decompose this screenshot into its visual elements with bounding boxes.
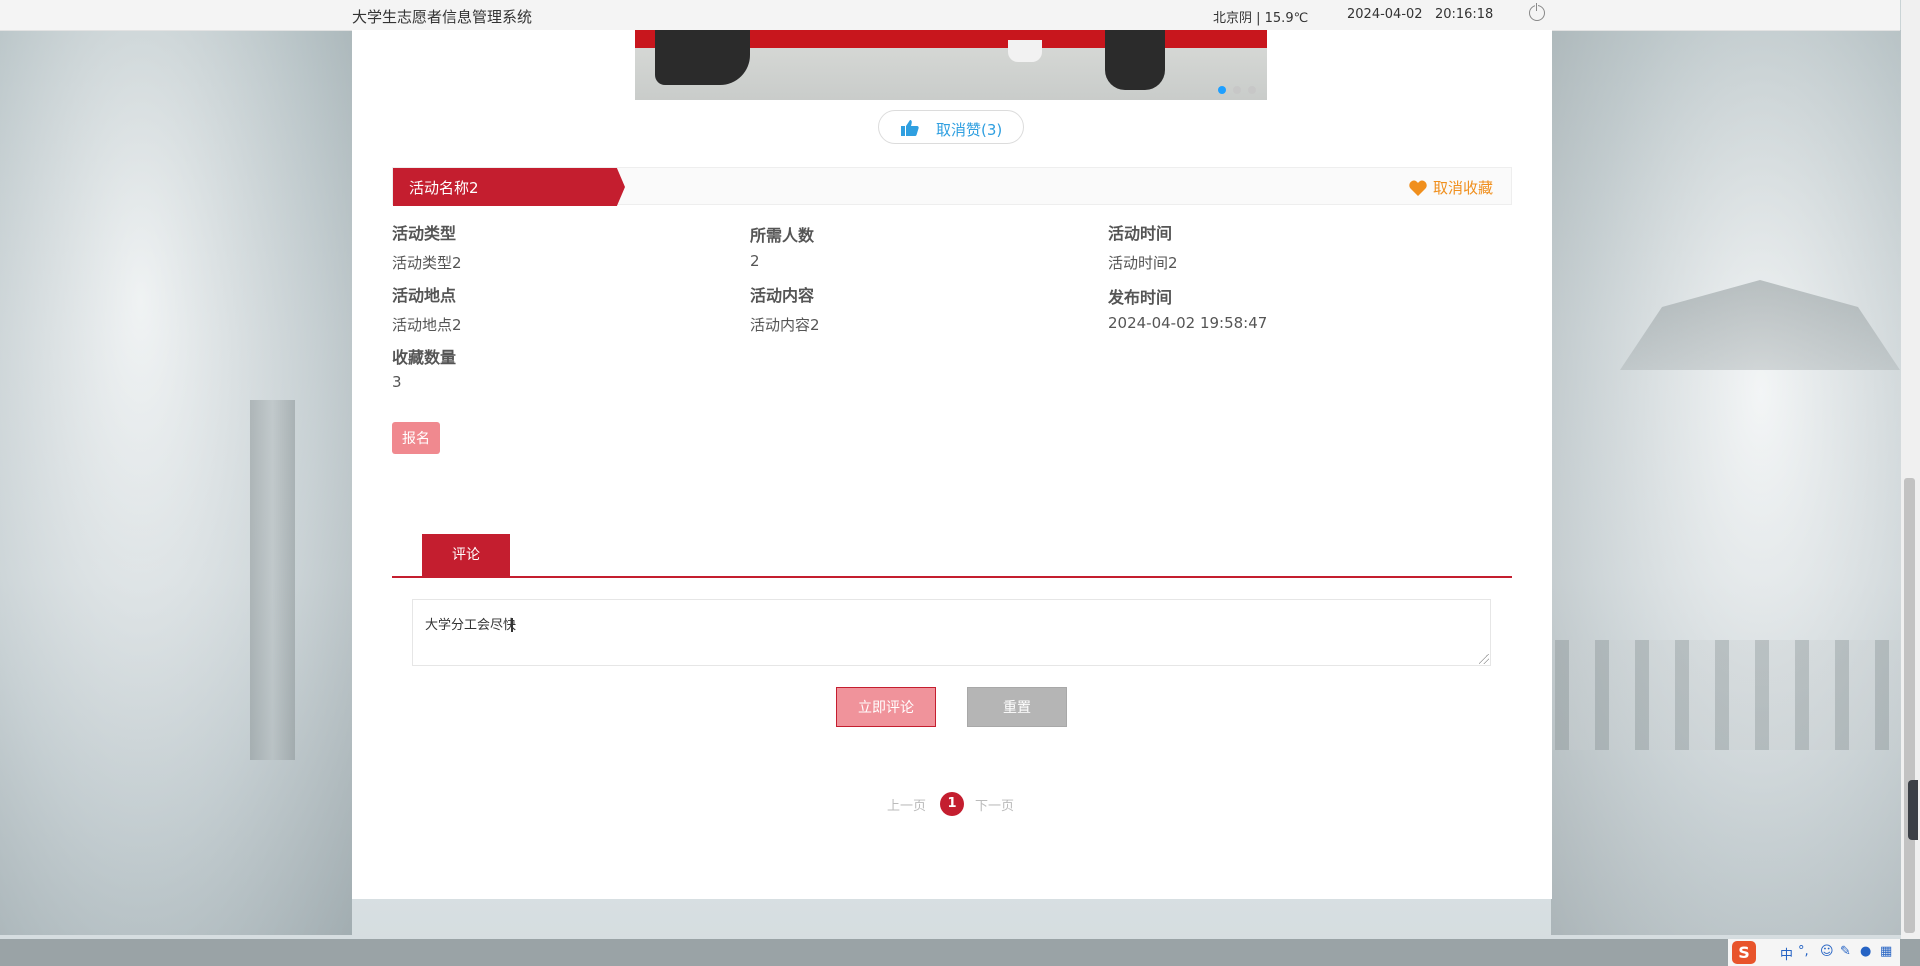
field-label-activity-time: 活动时间 <box>1108 224 1173 243</box>
carousel-dot[interactable] <box>1218 86 1226 94</box>
carousel-photo-figure <box>655 30 750 85</box>
app-title: 大学生志愿者信息管理系统 <box>352 8 533 26</box>
top-bar: 大学生志愿者信息管理系统 北京阴 | 15.9℃ 2024-04-02 20:1… <box>0 0 1900 31</box>
reset-button[interactable]: 重置 <box>967 687 1067 727</box>
carousel-indicators <box>1218 82 1263 98</box>
field-label-required-people: 所需人数 <box>750 226 815 245</box>
activity-title-bar: 活动名称2 取消收藏 <box>392 167 1512 206</box>
field-label-activity-location: 活动地点 <box>392 286 457 305</box>
unfavorite-button[interactable]: 取消收藏 <box>1409 177 1493 198</box>
ime-logo-icon[interactable]: S <box>1732 941 1756 964</box>
field-label-activity-type: 活动类型 <box>392 224 457 243</box>
background-railing <box>1555 640 1900 750</box>
emoji-icon[interactable]: ☺ <box>1820 944 1834 959</box>
unfavorite-label: 取消收藏 <box>1432 179 1493 197</box>
background-scenery-left <box>0 30 352 935</box>
field-value-activity-location: 活动地点2 <box>392 316 462 334</box>
carousel-photo-figure <box>1105 30 1165 90</box>
submit-comment-button[interactable]: 立即评论 <box>836 687 936 727</box>
weather-info: 北京阴 | 15.9℃ <box>1213 11 1309 26</box>
activity-title-flag: 活动名称2 <box>393 168 625 206</box>
field-value-publish-time: 2024-04-02 19:58:47 <box>1108 314 1268 332</box>
pen-icon[interactable]: ✎ <box>1840 944 1851 959</box>
main-panel: 取消赞(3) 活动名称2 取消收藏 活动类型 活动类型2 所需人数 2 活动时间… <box>352 30 1552 899</box>
tab-comments[interactable]: 评论 <box>422 534 510 576</box>
field-label-activity-content: 活动内容 <box>750 286 815 305</box>
power-icon[interactable] <box>1529 3 1545 21</box>
pagination-current-page[interactable]: 1 <box>940 792 964 816</box>
field-label-favorite-count: 收藏数量 <box>392 348 457 367</box>
carousel-photo-object <box>1008 40 1042 62</box>
heart-icon <box>1409 180 1427 196</box>
tab-underline <box>392 576 1512 578</box>
textarea-resize-handle[interactable] <box>1479 654 1489 664</box>
activity-image-carousel[interactable] <box>635 30 1267 100</box>
pagination-next[interactable]: 下一页 <box>975 795 1014 814</box>
bottom-band <box>0 939 1920 966</box>
grid-menu-icon[interactable]: ▦ <box>1880 944 1892 959</box>
field-value-activity-type: 活动类型2 <box>392 254 462 272</box>
field-value-favorite-count: 3 <box>392 373 402 391</box>
pagination-prev[interactable]: 上一页 <box>887 795 926 814</box>
carousel-dot[interactable] <box>1248 86 1256 94</box>
text-cursor <box>511 618 513 632</box>
field-value-required-people: 2 <box>750 252 760 270</box>
ime-language-toggle[interactable]: 中 <box>1780 944 1793 963</box>
field-value-activity-content: 活动内容2 <box>750 316 820 334</box>
comment-input[interactable]: 大学分工会尽快 <box>412 599 1491 666</box>
field-label-publish-time: 发布时间 <box>1108 288 1173 307</box>
field-value-activity-time: 活动时间2 <box>1108 254 1178 272</box>
side-widget-handle[interactable] <box>1908 780 1918 840</box>
signup-button[interactable]: 报名 <box>392 422 440 454</box>
ime-punctuation-toggle[interactable]: °, <box>1798 944 1809 959</box>
unlike-button[interactable]: 取消赞(3) <box>878 110 1024 144</box>
activity-name: 活动名称2 <box>409 179 479 197</box>
background-pillar <box>250 400 295 760</box>
microphone-icon[interactable]: ● <box>1860 944 1871 959</box>
page-scrollbar-thumb[interactable] <box>1904 478 1915 933</box>
unlike-label: 取消赞(3) <box>936 121 1003 139</box>
thumbs-up-icon <box>901 120 919 136</box>
ime-toolbar: S 中 °, ☺ ✎ ● ▦ <box>1728 939 1900 966</box>
carousel-dot[interactable] <box>1233 86 1241 94</box>
background-scenery-right <box>1551 30 1901 935</box>
current-datetime: 2024-04-02 20:16:18 <box>1347 7 1494 22</box>
